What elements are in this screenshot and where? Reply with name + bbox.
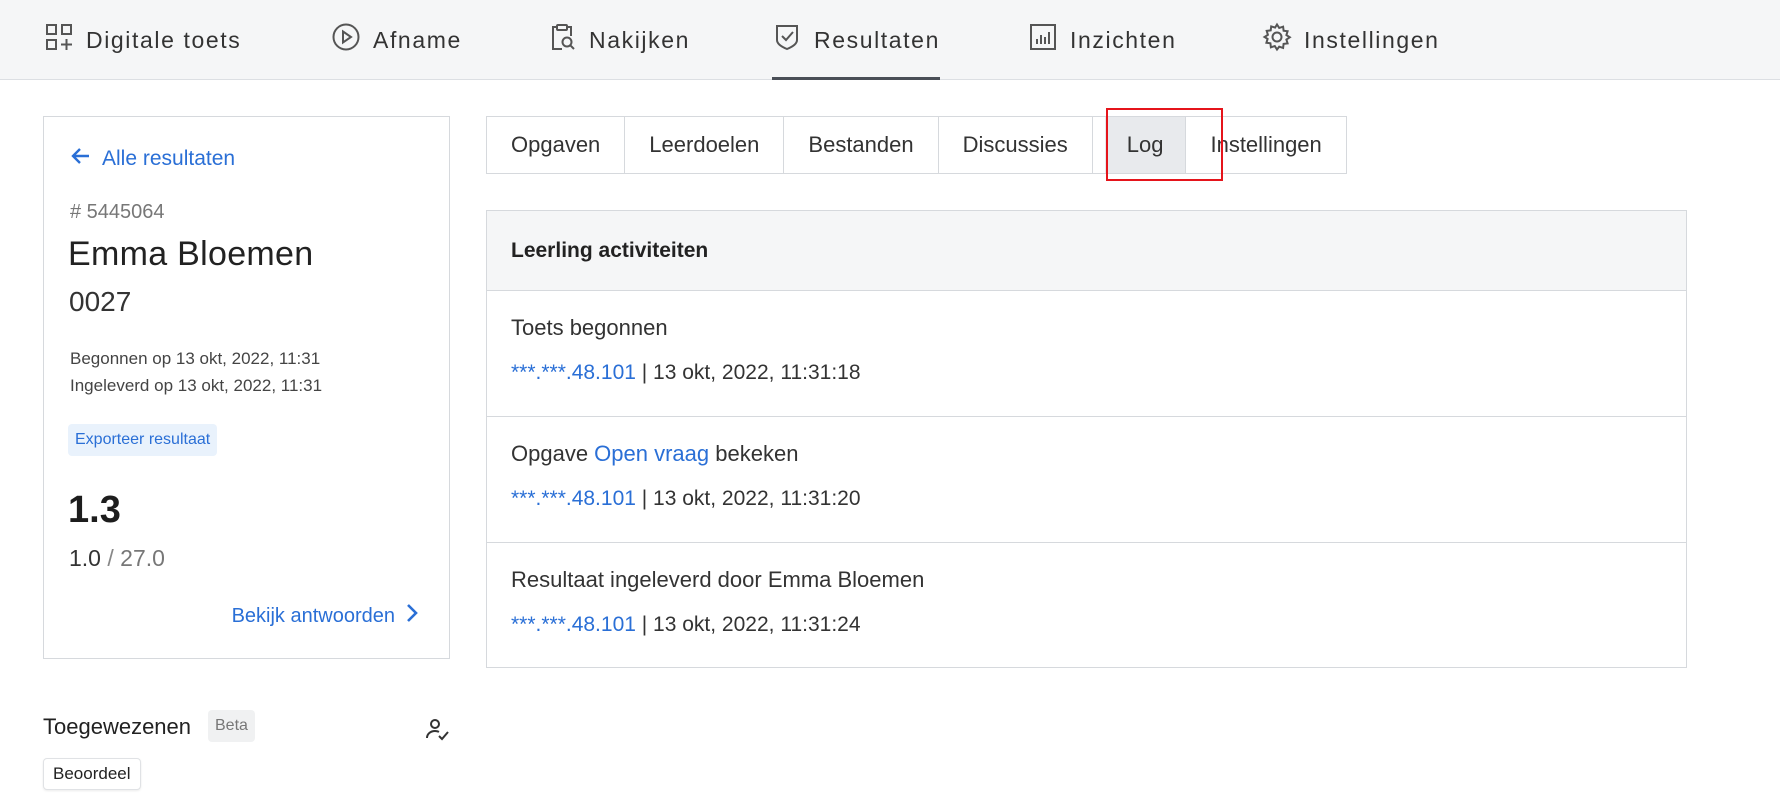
clipboard-search-icon	[547, 22, 577, 58]
activity-timestamp: | 13 okt, 2022, 11:31:20	[635, 487, 861, 510]
activity-timestamp: | 13 okt, 2022, 11:31:24	[635, 613, 861, 636]
nav-item-label: Resultaten	[814, 26, 940, 53]
activity-meta: ***.***.48.101 | 13 okt, 2022, 11:31:18	[511, 361, 1662, 385]
activity-entry: Resultaat ingeleverd door Emma Bloemen *…	[487, 543, 1686, 669]
play-circle-icon	[331, 22, 361, 58]
grade-value: 1.3	[68, 489, 121, 531]
student-name: Emma Bloemen	[68, 235, 314, 273]
activity-title: Opgave Open vraag bekeken	[511, 441, 1662, 469]
result-id: # 5445064	[70, 201, 165, 223]
points-separator: /	[100, 545, 121, 571]
points-score: 1.0 / 27.0	[69, 545, 165, 572]
nav-item-label: Instellingen	[1304, 26, 1440, 53]
ip-address-link[interactable]: ***.***.48.101	[511, 361, 636, 384]
nav-item-inzichten[interactable]: Inzichten	[1028, 0, 1176, 80]
student-code: 0027	[69, 286, 132, 317]
tab-bestanden[interactable]: Bestanden	[784, 117, 939, 173]
assess-button[interactable]: Beoordeel	[43, 758, 141, 790]
activity-meta: ***.***.48.101 | 13 okt, 2022, 11:31:20	[511, 487, 1662, 511]
submitted-timestamp: Ingeleverd op 13 okt, 2022, 11:31	[70, 376, 323, 395]
view-answers-link[interactable]: Bekijk antwoorden	[232, 603, 419, 629]
nav-item-afname[interactable]: Afname	[331, 0, 462, 80]
result-tabs: Opgaven Leerdoelen Bestanden Discussies …	[486, 116, 1347, 174]
activity-text: Opgave	[511, 441, 595, 466]
ip-address-link[interactable]: ***.***.48.101	[511, 613, 636, 636]
back-link-label: Alle resultaten	[102, 147, 236, 170]
started-timestamp: Begonnen op 13 okt, 2022, 11:31	[70, 349, 321, 368]
activity-title: Toets begonnen	[511, 315, 1662, 343]
gear-icon	[1262, 22, 1292, 58]
ip-address-link[interactable]: ***.***.48.101	[511, 487, 636, 510]
activity-text: Toets begonnen	[511, 315, 668, 340]
view-answers-label: Bekijk antwoorden	[231, 604, 395, 627]
bar-chart-icon	[1028, 22, 1058, 58]
nav-item-nakijken[interactable]: Nakijken	[547, 0, 690, 80]
activity-timestamp: | 13 okt, 2022, 11:31:18	[635, 361, 861, 384]
activity-entry: Opgave Open vraag bekeken ***.***.48.101…	[487, 417, 1686, 543]
nav-item-label: Afname	[373, 26, 462, 53]
chevron-right-icon	[405, 603, 419, 629]
tab-opgaven[interactable]: Opgaven	[487, 117, 626, 173]
export-result-button[interactable]: Exporteer resultaat	[68, 424, 218, 456]
activity-title: Resultaat ingeleverd door Emma Bloemen	[511, 567, 1662, 595]
points-max: 27.0	[120, 545, 165, 571]
tab-discussies[interactable]: Discussies	[939, 117, 1093, 173]
tab-instellingen[interactable]: Instellingen	[1186, 117, 1345, 173]
nav-item-label: Inzichten	[1070, 26, 1177, 53]
assigned-title: Toegewezenen	[43, 714, 192, 739]
activity-text: Resultaat ingeleverd door Emma Bloemen	[511, 567, 925, 592]
activity-text-suffix: bekeken	[709, 441, 799, 466]
activity-meta: ***.***.48.101 | 13 okt, 2022, 11:31:24	[511, 613, 1662, 637]
activity-header: Leerling activiteiten	[487, 211, 1686, 291]
nav-item-instellingen[interactable]: Instellingen	[1262, 0, 1440, 80]
shield-check-icon	[772, 22, 802, 58]
assign-user-icon[interactable]	[424, 716, 450, 742]
nav-item-digitale-toets[interactable]: Digitale toets	[44, 0, 241, 80]
question-link[interactable]: Open vraag	[594, 441, 709, 466]
back-to-results-link[interactable]: Alle resultaten	[70, 145, 235, 173]
result-summary-card: Alle resultaten # 5445064 Emma Bloemen 0…	[43, 116, 450, 659]
tab-log[interactable]: Log	[1104, 117, 1187, 173]
nav-item-label: Nakijken	[589, 26, 691, 53]
dashboard-add-icon	[44, 22, 74, 58]
activity-panel: Leerling activiteiten Toets begonnen ***…	[486, 210, 1687, 668]
top-navigation: Digitale toets Afname Nakijken Resultate…	[0, 0, 1780, 80]
nav-item-label: Digitale toets	[86, 26, 242, 53]
tab-leerdoelen[interactable]: Leerdoelen	[625, 117, 785, 173]
activity-entry: Toets begonnen ***.***.48.101 | 13 okt, …	[487, 291, 1686, 417]
nav-item-resultaten[interactable]: Resultaten	[772, 0, 940, 80]
points-scored: 1.0	[69, 545, 101, 571]
arrow-left-icon	[70, 145, 92, 173]
beta-badge: Beta	[208, 710, 255, 742]
